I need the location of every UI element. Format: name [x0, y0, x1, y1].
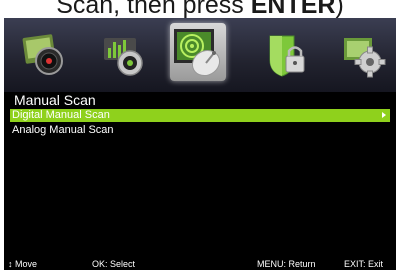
hint-exit: EXIT: Exit [344, 259, 384, 269]
caption-prefix: Scan, then press [56, 0, 251, 18]
caption-key: ENTER [250, 0, 336, 18]
hint-select: OK: Select [92, 259, 136, 269]
footer-hints: ↕ Move OK: Select MENU: Return EXIT: Exi… [4, 259, 396, 270]
menu-title: Manual Scan [14, 92, 96, 108]
setup-icon[interactable] [336, 30, 388, 80]
hint-return: MENU: Return [257, 259, 316, 269]
menu-item-label: Digital Manual Scan [12, 109, 110, 121]
tv-menu-screen: Manual Scan Digital Manual Scan Analog M… [4, 18, 396, 270]
menu-item-label: Analog Manual Scan [12, 124, 114, 136]
menu-item-digital-manual-scan[interactable]: Digital Manual Scan [10, 109, 390, 122]
menu-item-analog-manual-scan[interactable]: Analog Manual Scan [10, 124, 390, 137]
sound-icon[interactable] [96, 30, 148, 80]
instruction-caption: Scan, then press ENTER) [0, 0, 400, 18]
arrow-right-icon [382, 112, 386, 118]
lock-icon[interactable] [260, 30, 312, 80]
menu-icon-bar [4, 18, 396, 92]
picture-icon[interactable] [18, 30, 70, 80]
hint-move: ↕ Move [8, 259, 38, 269]
caption-suffix: ) [335, 0, 344, 18]
channel-icon[interactable] [170, 23, 226, 81]
